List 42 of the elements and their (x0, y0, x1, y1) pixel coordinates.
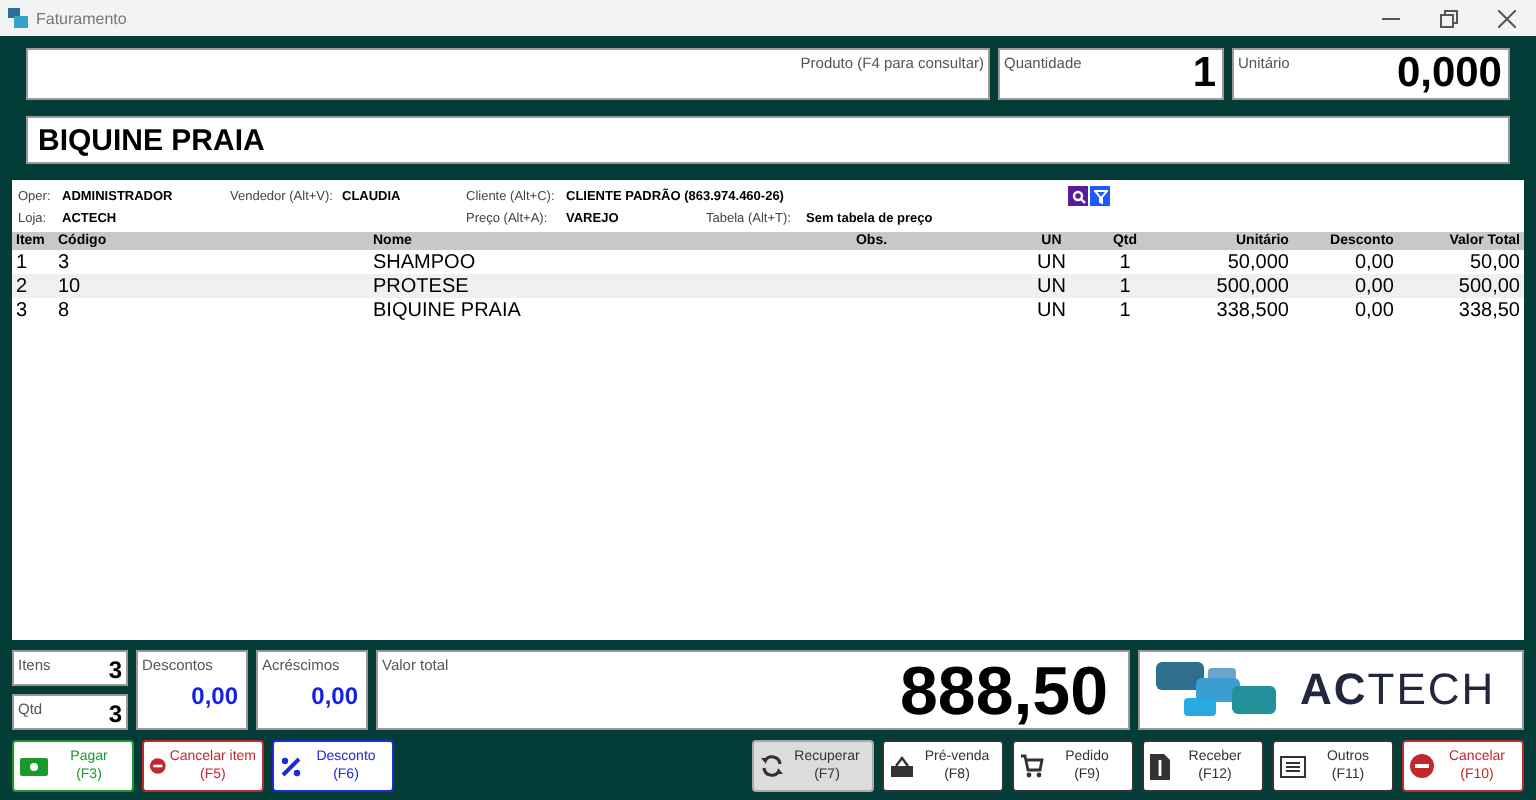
table-cell: 0,00 (1292, 274, 1398, 298)
table-cell: 8 (54, 298, 369, 322)
close-icon[interactable] (1498, 9, 1516, 27)
table-cell: 1 (1082, 298, 1167, 322)
table-cell: 500,000 (1166, 274, 1293, 298)
logo-text: ACTECH (1300, 664, 1496, 716)
table-cell: 50,00 (1397, 250, 1524, 274)
restore-icon[interactable] (1440, 9, 1458, 27)
table-cell: 1 (12, 250, 54, 274)
refresh-icon (760, 754, 784, 778)
product-name-field: BIQUINE PRAIA (26, 116, 1510, 164)
app-icon (8, 8, 28, 28)
table-cell: SHAMPOO (369, 250, 852, 274)
filter-button[interactable] (1090, 186, 1110, 206)
table-cell: 0,00 (1292, 298, 1398, 322)
table-cell: 338,500 (1166, 298, 1293, 322)
table-cell: 0,00 (1292, 250, 1398, 274)
cart-icon (1020, 754, 1044, 778)
table-cell: UN (1019, 274, 1083, 298)
table-cell: 1 (1082, 274, 1167, 298)
table-cell: 10 (54, 274, 369, 298)
table-cell: PROTESE (369, 274, 852, 298)
search-button[interactable] (1068, 186, 1088, 206)
basket-icon (890, 755, 914, 777)
receipt-icon (1150, 753, 1170, 779)
table-cell: 50,000 (1166, 250, 1293, 274)
table-cell: UN (1019, 250, 1083, 274)
table-cell: BIQUINE PRAIA (369, 298, 852, 322)
percent-icon (280, 755, 302, 777)
table-cell: 3 (12, 298, 54, 322)
window-title: Faturamento (36, 9, 129, 27)
cash-icon (20, 757, 48, 775)
table-cell: 338,50 (1397, 298, 1524, 322)
stop-icon (150, 754, 166, 778)
stop-icon (1410, 754, 1434, 778)
table-cell: 3 (54, 250, 369, 274)
table-cell: 2 (12, 274, 54, 298)
table-cell: 1 (1082, 250, 1167, 274)
table-cell: 500,00 (1397, 274, 1524, 298)
table-cell: UN (1019, 298, 1083, 322)
logo-drawing (1156, 658, 1280, 722)
list-icon (1280, 755, 1306, 777)
